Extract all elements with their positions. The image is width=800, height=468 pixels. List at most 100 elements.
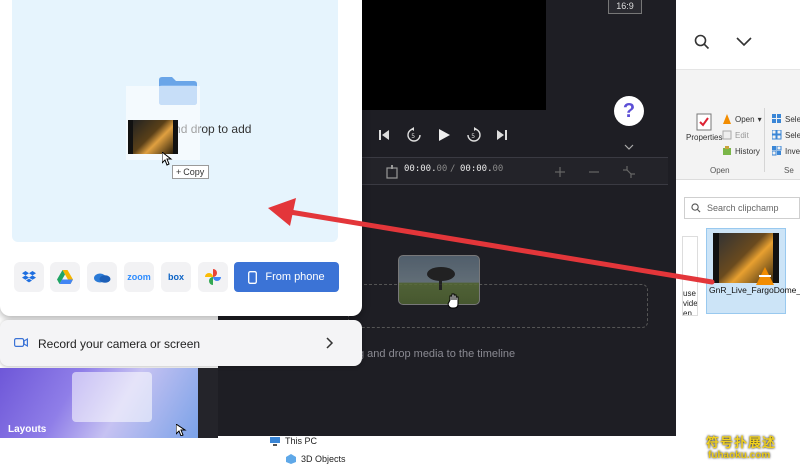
select-all-icon — [772, 114, 781, 123]
video-preview-canvas — [358, 0, 546, 110]
google-drive-button[interactable] — [50, 262, 80, 292]
search-icon — [691, 203, 701, 213]
copy-tooltip-label: Copy — [183, 167, 205, 177]
copy-tooltip: + Copy — [172, 165, 210, 179]
video-thumbnail — [128, 120, 178, 154]
properties-button[interactable]: Properties — [686, 112, 722, 142]
pointer-cursor-icon — [176, 424, 187, 436]
split-icon[interactable] — [386, 165, 398, 179]
skip-forward-icon — [497, 130, 507, 140]
dropbox-icon — [22, 271, 36, 283]
from-phone-button[interactable]: From phone — [234, 262, 339, 292]
onedrive-icon — [94, 273, 111, 283]
grab-hand-cursor-icon — [447, 293, 459, 309]
dragged-file-ghost — [126, 86, 200, 166]
site-watermark: 符号扑展述 fuhaoku.com — [704, 432, 800, 468]
explorer-search-input[interactable]: Search clipchamp — [684, 197, 800, 219]
skip-back-button[interactable] — [374, 125, 394, 145]
invert-selection-icon — [772, 146, 782, 156]
forward-5-icon: 5 — [467, 127, 481, 142]
3d-objects-icon — [286, 454, 296, 464]
chevron-down-icon[interactable] — [730, 28, 758, 56]
skip-forward-button[interactable] — [492, 125, 512, 145]
edit-button[interactable]: Edit — [722, 130, 749, 140]
current-time: 00:00.00 — [404, 164, 447, 174]
svg-text:5: 5 — [411, 133, 415, 140]
record-camera-screen-button[interactable]: Record your camera or screen — [0, 320, 362, 366]
open-button[interactable]: Open ▾ — [722, 114, 762, 124]
box-button[interactable]: box — [161, 262, 191, 292]
invert-selection-button[interactable]: Inve — [772, 146, 800, 156]
zoom-button[interactable]: zoom — [124, 262, 154, 292]
open-label: Open — [735, 114, 755, 124]
from-phone-label: From phone — [265, 271, 325, 283]
select-all-button[interactable]: Sele — [772, 114, 800, 124]
properties-icon — [696, 113, 712, 131]
rewind-5-button[interactable]: 5 — [404, 125, 424, 145]
google-photos-button[interactable] — [198, 262, 228, 292]
sidebar-gap — [198, 368, 218, 438]
computer-icon — [270, 436, 280, 446]
watermark-text: 符号扑展述 — [706, 435, 777, 450]
camera-icon — [14, 337, 28, 348]
forward-5-button[interactable]: 5 — [464, 125, 484, 145]
svg-text:5: 5 — [471, 133, 475, 140]
aspect-ratio-button[interactable]: 16:9 — [608, 0, 642, 14]
zoom-icon: zoom — [127, 272, 151, 282]
tree-landscape-icon — [427, 267, 455, 290]
video-thumbnail — [713, 233, 779, 285]
edit-label: Edit — [735, 130, 749, 140]
dragged-media-clip[interactable] — [398, 255, 480, 305]
timeline-toolbar: 00:00.00 / 00:00.00 — [348, 157, 668, 185]
history-icon — [723, 146, 731, 155]
box-icon: box — [167, 272, 184, 282]
select-none-label: Sele — [785, 130, 800, 140]
select-none-button[interactable]: Sele — [772, 130, 800, 140]
plus-icon: + — [176, 167, 182, 177]
history-label: History — [735, 146, 760, 156]
skip-back-icon — [379, 130, 389, 140]
history-button[interactable]: History — [722, 146, 760, 156]
file-item-selected[interactable]: GnR_Live_FargoDome_2021.mp4 — [706, 228, 800, 314]
chevron-down-icon[interactable] — [624, 144, 634, 150]
layouts-label: Layouts — [8, 424, 47, 435]
select-none-icon — [772, 130, 782, 140]
play-icon — [439, 129, 450, 141]
vlc-icon — [756, 267, 774, 285]
import-media-panel: Drag and drop to add + Copy zoom box Fro… — [0, 0, 362, 316]
timeline-drop-track[interactable] — [348, 284, 648, 328]
onedrive-button[interactable] — [87, 262, 117, 292]
tree-item-label: 3D Objects — [301, 454, 346, 464]
timeline-empty-hint: g and drop media to the timeline — [358, 348, 516, 360]
dropdown-caret-icon: ▾ — [757, 114, 762, 124]
layouts-card[interactable]: Layouts — [0, 368, 198, 438]
edit-icon — [722, 130, 732, 140]
zoom-out-icon[interactable] — [588, 166, 600, 178]
play-button[interactable] — [434, 125, 454, 145]
total-time: 00:00.00 — [460, 164, 503, 174]
current-time-main: 00:00. — [404, 164, 437, 174]
help-button[interactable]: ? — [614, 96, 644, 126]
pointer-cursor-icon — [162, 152, 173, 166]
partial-file-item[interactable]: use video en ong — [682, 236, 698, 316]
ribbon-group-select-label: Se — [784, 166, 794, 175]
vlc-icon — [723, 114, 731, 124]
tree-item-this-pc[interactable]: This PC — [270, 436, 317, 446]
watermark-domain: fuhaoku.com — [708, 450, 771, 461]
record-label: Record your camera or screen — [38, 337, 201, 351]
invert-selection-label: Inve — [785, 146, 800, 156]
select-all-label: Sele — [785, 114, 800, 124]
dropbox-button[interactable] — [14, 262, 44, 292]
partial-file-label: use video en ong — [683, 289, 698, 316]
total-time-main: 00:00. — [460, 164, 493, 174]
chevron-right-icon — [326, 337, 334, 349]
search-icon[interactable] — [688, 28, 716, 56]
tree-item-3d-objects[interactable]: 3D Objects — [286, 454, 346, 464]
time-separator: / — [450, 164, 456, 174]
google-photos-icon — [205, 269, 221, 285]
fit-timeline-icon[interactable] — [622, 165, 636, 179]
tree-item-label: This PC — [285, 436, 318, 446]
zoom-in-icon[interactable] — [554, 166, 566, 178]
file-name-label: GnR_Live_FargoDome_2021.mp4 — [709, 285, 800, 295]
search-placeholder: Search clipchamp — [707, 203, 779, 213]
